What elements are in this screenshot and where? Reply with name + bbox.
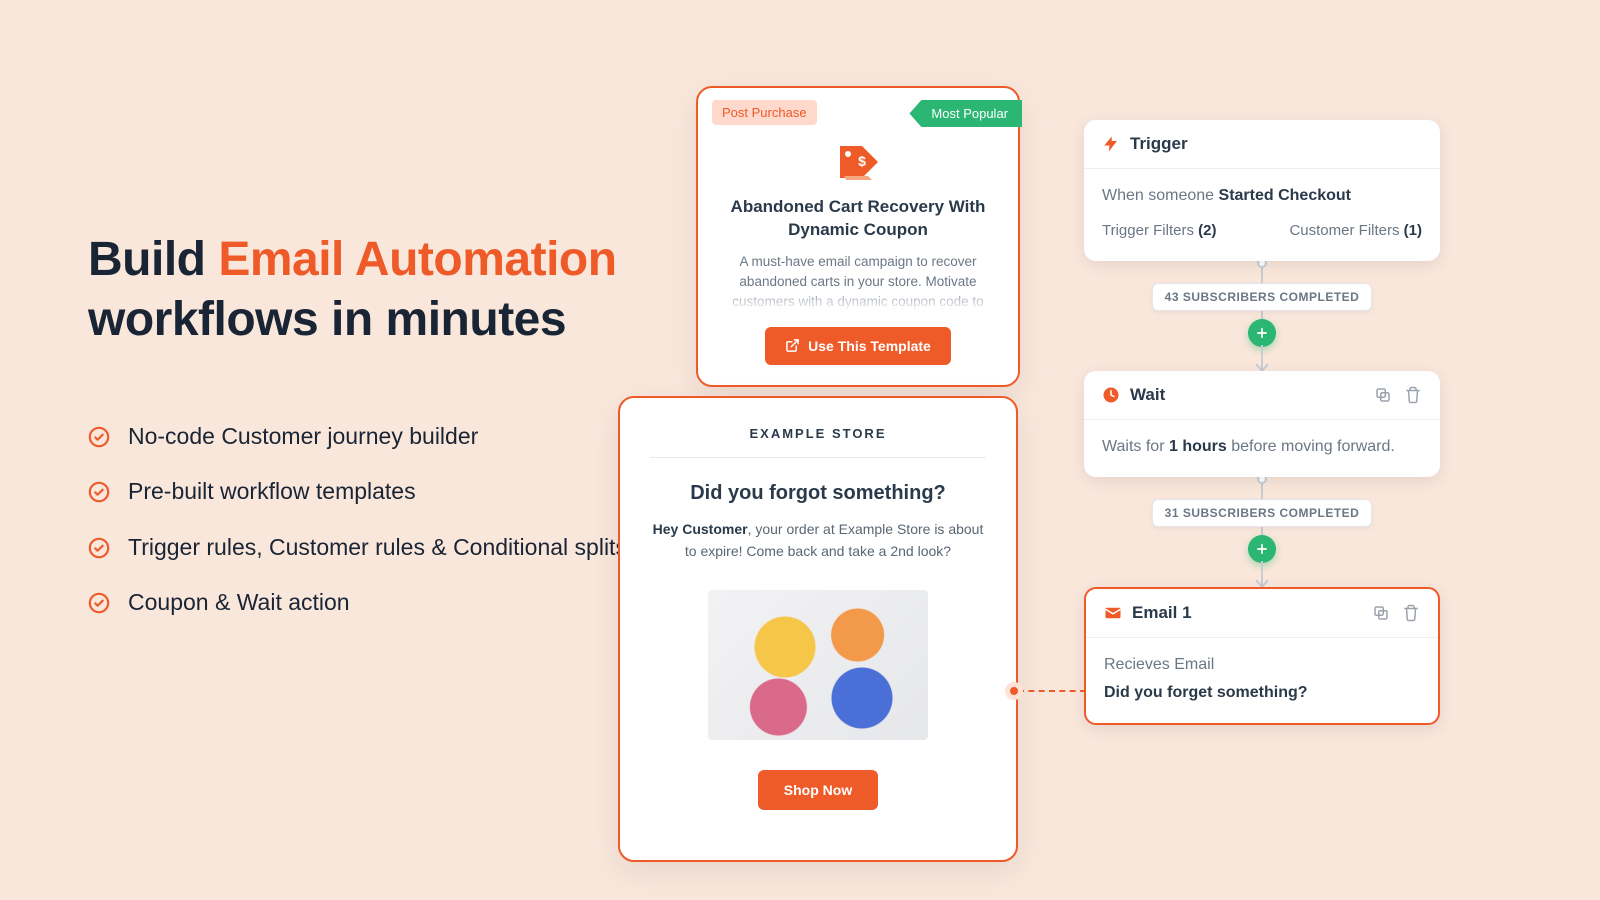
template-description: A must-have email campaign to recover ab… xyxy=(720,252,996,313)
template-title: Abandoned Cart Recovery With Dynamic Cou… xyxy=(720,196,996,242)
category-badge: Post Purchase xyxy=(712,100,817,125)
feature-text: Trigger rules, Customer rules & Conditio… xyxy=(128,531,627,564)
mail-icon xyxy=(1104,604,1122,622)
trigger-filters[interactable]: Trigger Filters (2) xyxy=(1102,219,1216,243)
duplicate-icon[interactable] xyxy=(1372,604,1390,622)
external-link-icon xyxy=(785,338,800,353)
button-label: Use This Template xyxy=(808,338,931,354)
subscribers-completed-chip: 31 SUBSCRIBERS COMPLETED xyxy=(1152,499,1373,527)
connector-dot xyxy=(1005,682,1023,700)
add-step-button[interactable] xyxy=(1248,319,1276,347)
email-subtitle: Recieves Email xyxy=(1104,652,1420,678)
trigger-text: When someone xyxy=(1102,187,1219,204)
subscribers-completed-chip: 43 SUBSCRIBERS COMPLETED xyxy=(1152,283,1373,311)
divider xyxy=(650,457,986,458)
feature-text: Coupon & Wait action xyxy=(128,586,350,619)
feature-item: No-code Customer journey builder xyxy=(88,420,628,453)
template-card[interactable]: Post Purchase Most Popular $ Abandoned C… xyxy=(696,86,1020,387)
hero-pre: Build xyxy=(88,233,218,286)
svg-text:$: $ xyxy=(858,153,866,169)
hero-column: Build Email Automation workflows in minu… xyxy=(88,230,628,641)
feature-text: Pre-built workflow templates xyxy=(128,475,416,508)
duplicate-icon[interactable] xyxy=(1374,386,1392,404)
feature-item: Trigger rules, Customer rules & Conditio… xyxy=(88,531,628,564)
node-title: Trigger xyxy=(1130,134,1188,154)
email-preview-card: EXAMPLE STORE Did you forgot something? … xyxy=(618,396,1018,862)
trash-icon[interactable] xyxy=(1404,386,1422,404)
check-circle-icon xyxy=(88,592,110,614)
trash-icon[interactable] xyxy=(1402,604,1420,622)
feature-item: Coupon & Wait action xyxy=(88,586,628,619)
use-template-button[interactable]: Use This Template xyxy=(765,327,951,365)
clock-icon xyxy=(1102,386,1120,404)
product-image xyxy=(708,590,928,740)
wait-text-post: before moving forward. xyxy=(1227,438,1395,455)
check-circle-icon xyxy=(88,537,110,559)
email-heading: Did you forgot something? xyxy=(650,482,986,505)
workflow-connector: 31 SUBSCRIBERS COMPLETED xyxy=(1084,477,1440,561)
feature-text: No-code Customer journey builder xyxy=(128,420,478,453)
workflow-column: Trigger When someone Started Checkout Tr… xyxy=(1084,120,1440,725)
price-tag-icon: $ xyxy=(832,140,884,184)
email-subject: Did you forget something? xyxy=(1104,684,1308,701)
most-popular-ribbon: Most Popular xyxy=(909,100,1022,127)
hero-headline: Build Email Automation workflows in minu… xyxy=(88,230,628,350)
wait-node[interactable]: Wait Waits for 1 hours before moving for… xyxy=(1084,371,1440,478)
email-body: Hey Customer, your order at Example Stor… xyxy=(650,519,986,562)
check-circle-icon xyxy=(88,481,110,503)
node-title: Wait xyxy=(1130,385,1165,405)
customer-filters[interactable]: Customer Filters (1) xyxy=(1289,219,1422,243)
feature-list: No-code Customer journey builder Pre-bui… xyxy=(88,420,628,619)
trigger-node[interactable]: Trigger When someone Started Checkout Tr… xyxy=(1084,120,1440,261)
node-title: Email 1 xyxy=(1132,603,1192,623)
email-greeting: Hey Customer xyxy=(653,521,748,537)
hero-post: workflows in minutes xyxy=(88,293,566,346)
check-circle-icon xyxy=(88,426,110,448)
trigger-event: Started Checkout xyxy=(1219,187,1351,204)
add-step-button[interactable] xyxy=(1248,535,1276,563)
email-node[interactable]: Email 1 Recieves Email Did you forget so… xyxy=(1084,587,1440,725)
wait-duration: 1 hours xyxy=(1169,438,1227,455)
connector-dashed-line xyxy=(1018,690,1086,692)
hero-accent: Email Automation xyxy=(218,233,616,286)
workflow-connector: 43 SUBSCRIBERS COMPLETED xyxy=(1084,261,1440,345)
feature-item: Pre-built workflow templates xyxy=(88,475,628,508)
lightning-icon xyxy=(1102,135,1120,153)
store-name: EXAMPLE STORE xyxy=(650,426,986,441)
shop-now-button[interactable]: Shop Now xyxy=(758,770,878,810)
wait-text: Waits for xyxy=(1102,438,1169,455)
